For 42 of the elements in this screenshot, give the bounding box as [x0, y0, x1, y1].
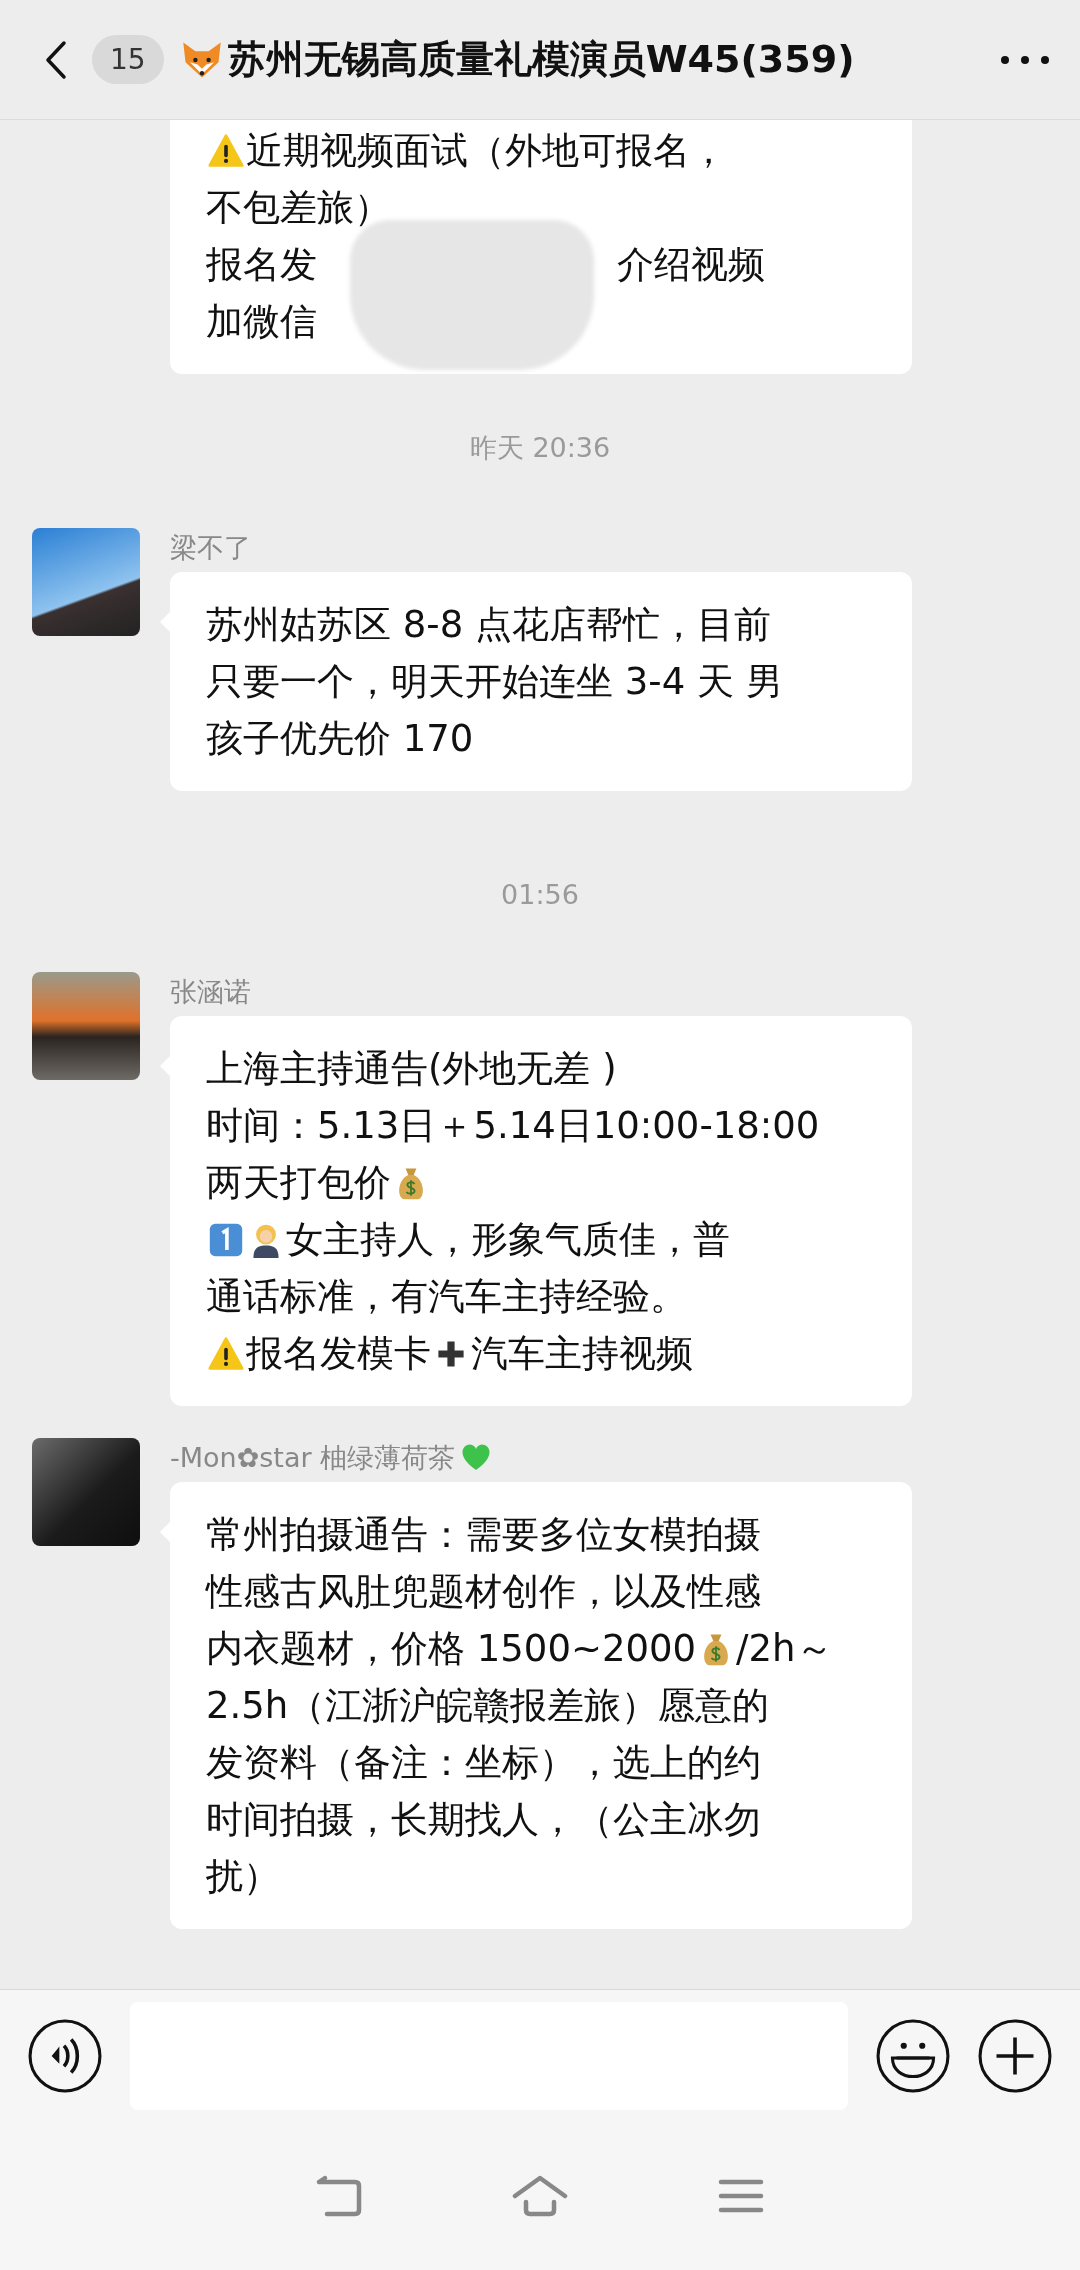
sender-name: -Mon✿star 柚绿薄荷茶: [170, 1441, 456, 1475]
timestamp: 昨天 20:36: [469, 431, 611, 465]
back-icon[interactable]: [44, 39, 68, 80]
message-text: 介绍视频: [617, 241, 765, 288]
message-text: 两天打包价: [206, 1159, 391, 1206]
message-text: 扰）: [206, 1853, 280, 1900]
message-text: 报名发: [206, 241, 317, 288]
message-text: 上海主持通告(外地无差 ): [206, 1045, 617, 1092]
message-text: 苏州姑苏区 8-8 点花店帮忙，目前: [206, 601, 771, 648]
more-icon[interactable]: [1000, 54, 1050, 65]
message-text: 常州拍摄通告：需要多位女模拍摄: [206, 1511, 761, 1558]
message-text: 不包差旅）: [206, 184, 391, 231]
message-text: 内衣题材，价格 1500~2000: [206, 1625, 697, 1672]
message-text: 通话标准，有汽车主持经验。: [206, 1273, 687, 1320]
voice-icon[interactable]: [28, 2019, 102, 2093]
warning-icon: [208, 132, 244, 169]
message-text: 汽车主持视频: [471, 1330, 693, 1377]
message-text: 性感古风肚兜题材创作，以及性感: [206, 1568, 761, 1615]
avatar-photo[interactable]: [32, 972, 140, 1080]
message-text: 报名发模卡: [246, 1330, 431, 1377]
sender-name: 张涵诺: [170, 975, 251, 1009]
message-text: /2h～: [736, 1625, 833, 1672]
message-text: 时间拍摄，长期找人，（公主冰勿: [206, 1796, 761, 1843]
message-text: 只要一个，明天开始连坐 3-4 天 男: [206, 658, 783, 705]
home-icon[interactable]: [512, 2174, 568, 2218]
avatar-photo[interactable]: [32, 528, 140, 636]
add-icon[interactable]: [978, 2019, 1052, 2093]
message-text: 时间：5.13日＋5.14日10:00-18:00: [206, 1102, 820, 1149]
keycap-icon: [208, 1221, 244, 1258]
message-text: 加微信: [206, 298, 317, 345]
warning-icon: [208, 1335, 244, 1372]
message-text: 近期视频面试（外地可报名，: [246, 127, 727, 174]
message-text: 2.5h（江浙沪皖赣报差旅）愿意的: [206, 1682, 770, 1729]
chat-title: 苏州无锡高质量礼模演员W45(359): [227, 36, 856, 83]
heart-icon: [461, 1443, 492, 1473]
sender-name: 梁不了: [170, 531, 251, 565]
unread-count: 15: [92, 35, 164, 84]
timestamp: 01:56: [501, 879, 579, 910]
message-text: 发资料（备注：坐标），选上的约: [206, 1739, 761, 1786]
message-text: 女主持人，形象气质佳，普: [286, 1216, 730, 1263]
emoji-icon[interactable]: [876, 2019, 950, 2093]
message-text: 孩子优先价 170: [206, 715, 474, 762]
